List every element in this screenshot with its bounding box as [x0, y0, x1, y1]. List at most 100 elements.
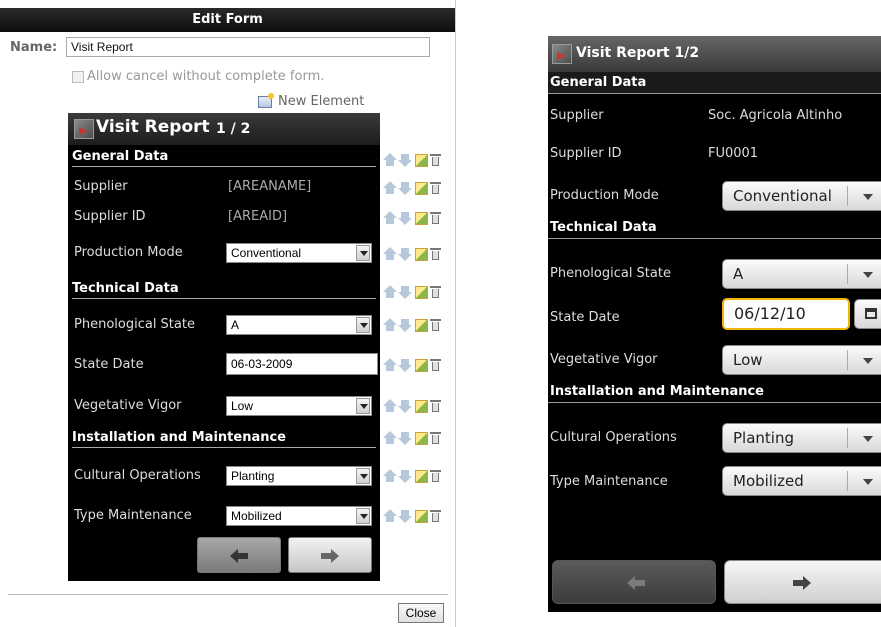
field-label-phenological-state[interactable]: Phenological State	[74, 317, 195, 332]
arrow-right-icon	[793, 576, 811, 590]
delete-icon[interactable]	[430, 285, 441, 299]
vegetative-vigor-value: Low	[733, 351, 763, 369]
vegetative-vigor-spinner[interactable]: Low	[722, 345, 881, 375]
edit-icon[interactable]	[415, 509, 428, 523]
chevron-down-icon	[863, 194, 873, 200]
move-up-icon[interactable]	[383, 399, 397, 413]
delete-icon[interactable]	[430, 431, 441, 445]
spinner-divider	[847, 186, 848, 206]
field-label-supplier-id[interactable]: Supplier ID	[74, 209, 146, 224]
edit-icon[interactable]	[415, 399, 428, 413]
delete-icon[interactable]	[430, 399, 441, 413]
edit-icon[interactable]	[415, 469, 428, 483]
move-up-icon[interactable]	[383, 211, 397, 225]
field-label-vegetative-vigor[interactable]: Vegetative Vigor	[74, 398, 182, 413]
name-label: Name:	[10, 40, 58, 55]
move-up-icon[interactable]	[383, 358, 397, 372]
delete-icon[interactable]	[430, 181, 441, 195]
spinner-divider	[847, 428, 848, 448]
chevron-down-icon[interactable]	[356, 317, 370, 333]
chevron-down-icon[interactable]	[356, 468, 370, 484]
move-down-icon[interactable]	[398, 469, 412, 483]
move-down-icon[interactable]	[398, 211, 412, 225]
delete-icon[interactable]	[430, 469, 441, 483]
production-mode-select[interactable]: Conventional	[226, 243, 372, 263]
state-date-input[interactable]: 06/12/10	[722, 298, 850, 330]
section-general-data[interactable]: General Data	[72, 149, 376, 167]
field-label-state-date[interactable]: State Date	[74, 357, 144, 372]
field-label-production-mode[interactable]: Production Mode	[74, 245, 183, 260]
calendar-icon[interactable]	[854, 299, 881, 329]
edit-icon[interactable]	[415, 247, 428, 261]
spinner-divider	[847, 264, 848, 284]
field-label-type-maintenance: Type Maintenance	[550, 474, 668, 489]
move-up-icon[interactable]	[383, 469, 397, 483]
device-next-button[interactable]	[724, 560, 881, 604]
edit-icon[interactable]	[415, 285, 428, 299]
move-down-icon[interactable]	[398, 247, 412, 261]
section-technical-data: Technical Data	[548, 217, 881, 239]
field-label-supplier[interactable]: Supplier	[74, 179, 128, 194]
field-value-supplier: Soc. Agricola Altinho	[708, 108, 843, 123]
cultural-operations-select[interactable]: Planting	[226, 466, 372, 486]
field-label-type-maintenance[interactable]: Type Maintenance	[74, 508, 192, 523]
move-down-icon[interactable]	[398, 358, 412, 372]
chevron-down-icon[interactable]	[356, 398, 370, 414]
phenological-state-select[interactable]: A	[226, 315, 372, 335]
move-down-icon[interactable]	[398, 431, 412, 445]
field-label-cultural-operations[interactable]: Cultural Operations	[74, 468, 201, 483]
type-maintenance-select[interactable]: Mobilized	[226, 506, 372, 526]
delete-icon[interactable]	[430, 358, 441, 372]
edit-icon[interactable]	[415, 358, 428, 372]
type-maintenance-value: Mobilized	[733, 472, 804, 490]
move-up-icon[interactable]	[383, 247, 397, 261]
delete-icon[interactable]	[430, 153, 441, 167]
move-down-icon[interactable]	[398, 509, 412, 523]
phenological-state-spinner[interactable]: A	[722, 259, 881, 289]
delete-icon[interactable]	[430, 247, 441, 261]
field-label-vegetative-vigor: Vegetative Vigor	[550, 352, 658, 367]
field-value-supplier-id: [AREAID]	[228, 209, 288, 224]
phenological-state-value: A	[733, 265, 744, 283]
move-down-icon[interactable]	[398, 318, 412, 332]
allow-cancel-checkbox[interactable]	[72, 70, 84, 83]
edit-icon[interactable]	[415, 181, 428, 195]
section-installation-maintenance[interactable]: Installation and Maintenance	[72, 430, 376, 448]
move-up-icon[interactable]	[383, 431, 397, 445]
move-up-icon[interactable]	[383, 509, 397, 523]
delete-icon[interactable]	[430, 509, 441, 523]
chevron-down-icon[interactable]	[356, 508, 370, 524]
edit-icon[interactable]	[415, 431, 428, 445]
delete-icon[interactable]	[430, 318, 441, 332]
production-mode-value: Conventional	[733, 187, 832, 205]
vegetative-vigor-select[interactable]: Low	[226, 396, 372, 416]
move-down-icon[interactable]	[398, 285, 412, 299]
chevron-down-icon[interactable]	[356, 245, 370, 261]
device-form-title: Visit Report 1/2	[576, 45, 700, 61]
cultural-operations-spinner[interactable]: Planting	[722, 423, 881, 453]
type-maintenance-spinner[interactable]: Mobilized	[722, 466, 881, 496]
move-up-icon[interactable]	[383, 318, 397, 332]
state-date-input[interactable]: 06-03-2009	[226, 353, 378, 375]
allow-cancel-option[interactable]: Allow cancel without complete form.	[72, 69, 324, 84]
phenological-state-value: A	[231, 318, 240, 332]
form-name-input[interactable]: Visit Report	[66, 37, 430, 57]
section-general-data: General Data	[548, 72, 881, 94]
move-down-icon[interactable]	[398, 153, 412, 167]
close-button[interactable]: Close	[398, 603, 444, 623]
move-up-icon[interactable]	[383, 285, 397, 299]
new-element-button[interactable]: New Element	[258, 92, 364, 109]
device-previous-button[interactable]	[552, 560, 716, 604]
move-down-icon[interactable]	[398, 399, 412, 413]
delete-icon[interactable]	[430, 211, 441, 225]
move-up-icon[interactable]	[383, 181, 397, 195]
move-up-icon[interactable]	[383, 153, 397, 167]
next-page-button[interactable]	[288, 537, 372, 573]
previous-page-button[interactable]	[197, 537, 281, 573]
section-technical-data[interactable]: Technical Data	[72, 281, 376, 299]
edit-icon[interactable]	[415, 211, 428, 225]
production-mode-spinner[interactable]: Conventional	[722, 181, 881, 211]
move-down-icon[interactable]	[398, 181, 412, 195]
edit-icon[interactable]	[415, 153, 428, 167]
edit-icon[interactable]	[415, 318, 428, 332]
